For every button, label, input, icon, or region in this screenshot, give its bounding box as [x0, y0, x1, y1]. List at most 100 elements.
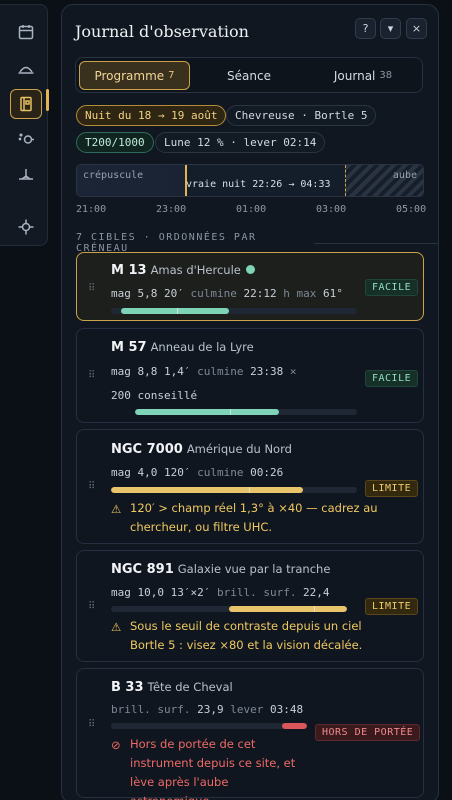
visible-now-dot	[245, 265, 255, 274]
calendar-icon	[18, 25, 34, 40]
target-meta: mag 8,8 1,4′ culmine 23:38 ×	[111, 365, 296, 378]
rail-active-indicator	[46, 89, 49, 111]
status-badge: LIMITE	[365, 598, 419, 615]
target-card[interactable]: ⠿ M 57 Anneau de la Lyre mag 8,8 1,4′ cul…	[76, 328, 424, 423]
rail-journal-button[interactable]	[10, 89, 42, 119]
crosshair-icon	[18, 219, 34, 235]
target-warning: ⚠ 120′ > champ réel 1,3° à ×40 — cadrez a…	[111, 499, 411, 537]
planets-icon	[18, 133, 34, 144]
meta-part: brill. surf.	[111, 703, 191, 716]
target-id: B 33	[111, 680, 144, 695]
moon-chip: Lune 12 % · lever 02:14	[155, 132, 326, 153]
tab-journal[interactable]: Journal 38	[308, 61, 418, 90]
visibility-window	[229, 606, 347, 612]
target-desc: Galaxie vue par la tranche	[177, 562, 331, 576]
rail-planets-button[interactable]	[10, 124, 42, 154]
rail-mount-button[interactable]	[10, 160, 42, 190]
tab-seance[interactable]: Séance	[194, 61, 304, 90]
tab-programme[interactable]: Programme 7	[79, 61, 190, 90]
drag-handle-icon[interactable]: ⠿	[88, 283, 95, 294]
dawn-label: aube	[392, 170, 417, 181]
rail-crosshair-button[interactable]	[10, 212, 42, 242]
section-rule	[313, 242, 438, 244]
warning-text: Hors de portée de cet instrument depuis …	[130, 737, 296, 800]
target-desc: Anneau de la Lyre	[150, 340, 254, 354]
visibility-bar	[111, 606, 347, 612]
visibility-window	[135, 409, 280, 415]
culmination-marker	[248, 487, 250, 493]
meta-part: ×	[283, 365, 297, 378]
target-meta: brill. surf. 23,9 lever 03:48	[111, 703, 303, 716]
target-card[interactable]: ⠿ B 33 Tête de Cheval brill. surf. 23,9 l…	[76, 668, 424, 800]
warning-icon: ⚠	[111, 502, 122, 516]
scope-chip[interactable]: T200/1000	[76, 132, 154, 153]
rail-horizon-button[interactable]	[10, 54, 42, 84]
help-button[interactable]: ?	[355, 18, 376, 39]
close-button[interactable]: ×	[406, 18, 427, 39]
target-meta: mag 4,0 120′ culmine 00:26	[111, 466, 283, 479]
target-id: NGC 7000	[111, 442, 183, 457]
target-name: M 13 Amas d'Hercule	[111, 263, 255, 278]
night-chip[interactable]: Nuit du 18 → 19 août	[76, 105, 227, 126]
tool-rail	[0, 4, 48, 246]
target-id: NGC 891	[111, 562, 174, 577]
status-badge: FACILE	[365, 279, 419, 296]
drag-handle-icon[interactable]: ⠿	[88, 601, 95, 612]
meta-part: mag 4,0	[111, 466, 158, 479]
journal-panel: Journal d'observation ? ▾ × Programme 7 S…	[61, 4, 439, 800]
meta-part: 03:48	[263, 703, 304, 716]
error-icon: ⊘	[111, 738, 121, 752]
target-desc: Amas d'Hercule	[150, 263, 241, 277]
meta-part: culmine	[190, 365, 244, 378]
tab-label: Programme	[94, 68, 165, 83]
tab-label: Séance	[227, 68, 271, 83]
meta-part: culmine	[190, 466, 244, 479]
tick-label: 23:00	[156, 204, 187, 215]
telescope-mount-icon	[19, 169, 33, 180]
meta-part: 13′×2′	[163, 586, 211, 599]
drag-handle-icon[interactable]: ⠿	[88, 370, 95, 381]
meta-part: 120′	[157, 466, 191, 479]
status-badge: LIMITE	[365, 480, 419, 497]
visibility-bar	[111, 308, 357, 314]
visibility-window	[120, 308, 230, 314]
tab-count: 38	[379, 70, 393, 81]
meta-part: 00:26	[243, 466, 284, 479]
dusk-label: crépuscule	[83, 170, 144, 181]
target-meta-advice: 200 conseillé	[111, 389, 198, 402]
meta-part: 22:12	[236, 287, 277, 300]
target-card[interactable]: ⠿ NGC 7000 Amérique du Nord mag 4,0 120′ …	[76, 429, 424, 544]
meta-part: 61°	[316, 287, 343, 300]
meta-part: mag 5,8	[111, 287, 158, 300]
target-name: B 33 Tête de Cheval	[111, 680, 233, 695]
night-timeline[interactable]: crépuscule vraie nuit 22:26 → 04:33 aube	[76, 164, 424, 197]
tab-count: 7	[168, 70, 175, 81]
rail-calendar-button[interactable]	[10, 17, 42, 47]
meta-part: 22,4	[296, 586, 330, 599]
journal-icon	[20, 96, 32, 112]
night-label: vraie nuit 22:26 → 04:33	[186, 179, 331, 190]
meta-part: brill. surf.	[210, 586, 297, 599]
target-desc: Amérique du Nord	[186, 442, 292, 456]
collapse-button[interactable]: ▾	[380, 18, 401, 39]
meta-part: mag 8,8	[111, 365, 158, 378]
target-name: NGC 7000 Amérique du Nord	[111, 442, 292, 457]
drag-handle-icon[interactable]: ⠿	[88, 481, 95, 492]
target-card[interactable]: ⠿ NGC 891 Galaxie vue par la tranche mag …	[76, 550, 424, 662]
tab-label: Journal	[333, 68, 376, 83]
target-card[interactable]: ⠿ M 13 Amas d'Hercule mag 5,8 20′ culmine…	[76, 252, 424, 321]
visibility-window	[281, 723, 307, 729]
target-name: M 57 Anneau de la Lyre	[111, 340, 254, 355]
site-chip[interactable]: Chevreuse · Bortle 5	[226, 105, 377, 126]
meta-part: 20′	[157, 287, 184, 300]
meta-part: culmine	[183, 287, 237, 300]
panel-title: Journal d'observation	[75, 22, 249, 41]
target-id: M 13	[111, 263, 147, 278]
drag-handle-icon[interactable]: ⠿	[88, 719, 95, 730]
warning-text: Sous le seuil de contraste depuis un cie…	[130, 619, 363, 652]
target-meta: mag 5,8 20′ culmine 22:12 h max 61°	[111, 287, 343, 300]
tick-label: 05:00	[396, 204, 427, 215]
visibility-window	[111, 487, 303, 493]
section-header: 7 CIBLES · ORDONNÉES PAR CRÉNEAU	[76, 232, 438, 254]
target-id: M 57	[111, 340, 147, 355]
